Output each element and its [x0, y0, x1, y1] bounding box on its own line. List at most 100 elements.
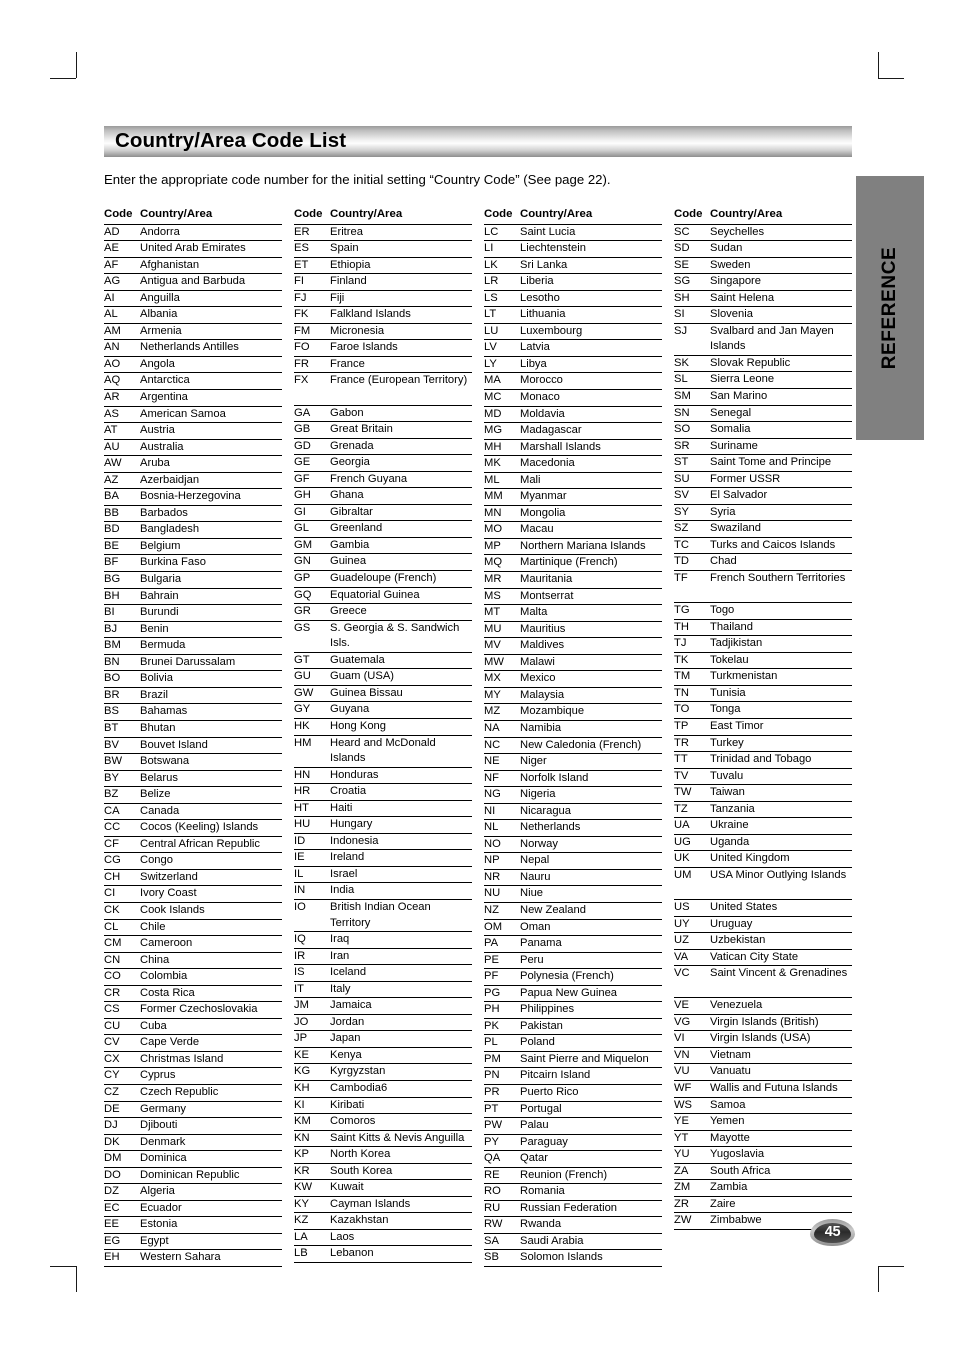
table-row: SY Syria [674, 504, 852, 522]
cell-code: MQ [484, 554, 520, 573]
cell-code: CA [104, 803, 140, 821]
table-row: GF French Guyana [294, 471, 472, 489]
table-row: TW Taiwan [674, 784, 852, 802]
table-row: HU Hungary [294, 816, 472, 834]
cell-code: SY [674, 504, 710, 522]
table-row: YT Mayotte [674, 1130, 852, 1148]
cell-country: Kenya [330, 1047, 472, 1065]
table-row: MV Maldives [484, 637, 662, 655]
table-row: TV Tuvalu [674, 768, 852, 786]
cell-code: KG [294, 1063, 330, 1081]
table-row: SD Sudan [674, 240, 852, 258]
table-row: ZM Zambia [674, 1179, 852, 1197]
cell-code: HK [294, 718, 330, 736]
page-title: Country/Area Code List [115, 129, 347, 153]
cell-code: KH [294, 1080, 330, 1098]
cell-code: KM [294, 1113, 330, 1131]
cell-code: KE [294, 1047, 330, 1065]
cell-country: Gabon [330, 405, 472, 423]
table-row: LB Lebanon [294, 1245, 472, 1263]
table-row: AU Australia [104, 439, 282, 457]
cell-code: TV [674, 768, 710, 786]
cell-code: AE [104, 240, 140, 258]
cell-code: MC [484, 389, 520, 407]
table-row: RU Russian Federation [484, 1200, 662, 1218]
cell-code: TN [674, 685, 710, 703]
table-row: UG Uganda [674, 834, 852, 852]
cell-code: LB [294, 1245, 330, 1263]
table-row: UY Uruguay [674, 916, 852, 934]
table-row: OM Oman [484, 919, 662, 937]
table-row: BM Bermuda [104, 637, 282, 655]
cell-code: ZR [674, 1196, 710, 1214]
cell-country: Ecuador [140, 1200, 282, 1218]
table-row: SK Slovak Republic [674, 355, 852, 373]
cell-country: Uganda [710, 834, 852, 852]
table-row: SB Solomon Islands [484, 1249, 662, 1267]
cell-country: Reunion (French) [520, 1167, 662, 1185]
table-row: GT Guatemala [294, 652, 472, 670]
cell-code: BS [104, 703, 140, 721]
table-row: CU Cuba [104, 1018, 282, 1036]
table-row: IR Iran [294, 948, 472, 966]
cell-code: FI [294, 273, 330, 291]
cell-code: PH [484, 1001, 520, 1019]
cell-code: TJ [674, 635, 710, 653]
cell-country: Haiti [330, 800, 472, 818]
cell-country: Cayman Islands [330, 1196, 472, 1214]
cell-country: Svalbard and Jan Mayen Islands [710, 323, 852, 356]
table-row: US United States [674, 899, 852, 917]
cell-code: VE [674, 997, 710, 1015]
cell-country: Turkmenistan [710, 668, 852, 686]
cell-code: TR [674, 735, 710, 753]
table-row: MT Malta [484, 604, 662, 622]
cell-country: Liechtenstein [520, 240, 662, 258]
cell-country: Japan [330, 1030, 472, 1048]
cell-country: Barbados [140, 505, 282, 523]
cell-code: GN [294, 553, 330, 572]
table-row: GL Greenland [294, 520, 472, 538]
cell-code: GW [294, 685, 330, 703]
cell-code: KI [294, 1097, 330, 1115]
cell-code: HT [294, 800, 330, 818]
table-row: CX Christmas Island [104, 1051, 282, 1069]
table-row: MG Madagascar [484, 422, 662, 440]
table-row: NZ New Zealand [484, 902, 662, 920]
table-row: KR South Korea [294, 1163, 472, 1181]
cell-country: Lesotho [520, 290, 662, 308]
table-row: BH Bahrain [104, 588, 282, 606]
cell-country: Saudi Arabia [520, 1233, 662, 1251]
table-row: TP East Timor [674, 718, 852, 736]
cell-country: Sri Lanka [520, 257, 662, 275]
table-row: ER Eritrea [294, 224, 472, 242]
cell-code: IT [294, 981, 330, 999]
cell-code: YU [674, 1146, 710, 1164]
cell-code: CH [104, 869, 140, 887]
cell-country: Iraq [330, 931, 472, 949]
table-row: AD Andorra [104, 224, 282, 242]
cell-country: Gibraltar [330, 504, 472, 522]
cell-country: Nigeria [520, 786, 662, 804]
cell-code: LK [484, 257, 520, 275]
cell-country: Solomon Islands [520, 1249, 662, 1267]
cell-country: Germany [140, 1101, 282, 1119]
cell-code: KR [294, 1163, 330, 1181]
cell-country: Poland [520, 1034, 662, 1052]
cell-code: CV [104, 1034, 140, 1052]
cell-code: DO [104, 1167, 140, 1185]
table-row: GD Grenada [294, 438, 472, 456]
cell-country: Morocco [520, 372, 662, 391]
cell-code: YE [674, 1113, 710, 1131]
table-row: TO Tonga [674, 701, 852, 719]
cell-country: S. Georgia & S. Sandwich Isls. [330, 620, 472, 653]
cell-code: LT [484, 306, 520, 324]
table-row: CY Cyprus [104, 1067, 282, 1085]
cell-country: Mozambique [520, 703, 662, 721]
cell-country: Norway [520, 836, 662, 854]
cell-country: Brunei Darussalam [140, 654, 282, 672]
table-row: GA Gabon [294, 405, 472, 423]
cell-code: BZ [104, 786, 140, 804]
cell-country: Sweden [710, 257, 852, 275]
cell-code: NU [484, 885, 520, 903]
table-row: IE Ireland [294, 849, 472, 867]
